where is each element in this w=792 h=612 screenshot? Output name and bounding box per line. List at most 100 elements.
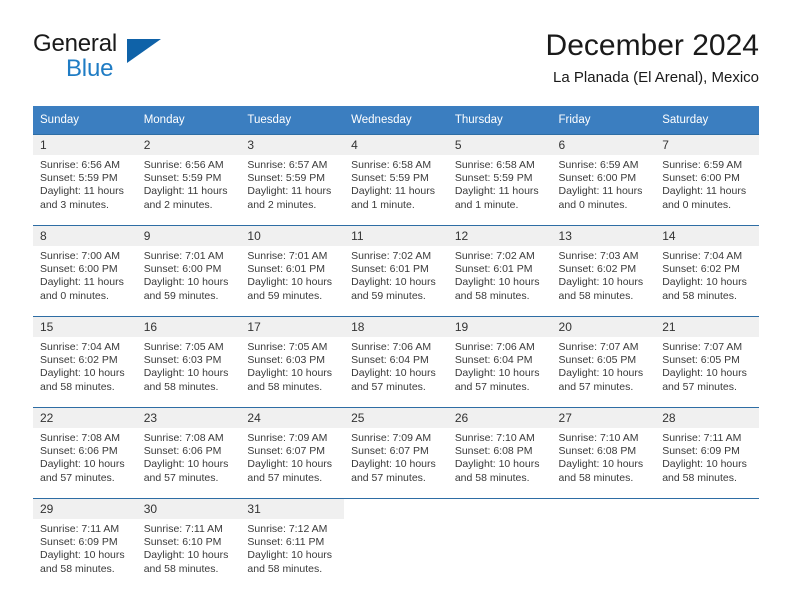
sunset-text: Sunset: 6:02 PM — [558, 263, 637, 276]
day-details: Sunrise: 7:02 AM Sunset: 6:01 PM Daylight:… — [448, 246, 552, 303]
calendar-page: General Blue December 2024 La Planada (E… — [0, 0, 792, 612]
day-number: 5 — [447, 135, 552, 155]
calendar-day-cell[interactable]: 30 Sunrise: 7:11 AM Sunset: 6:10 PM Dayligh… — [136, 498, 241, 589]
calendar-day-cell[interactable]: 8 Sunrise: 7:00 AM Sunset: 6:00 PM Daylight… — [33, 225, 137, 317]
calendar-day-cell[interactable]: 20 Sunrise: 7:07 AM Sunset: 6:05 PM Dayligh… — [551, 316, 656, 408]
day-number: 30 — [136, 499, 241, 519]
calendar-day-cell[interactable]: 26 Sunrise: 7:10 AM Sunset: 6:08 PM Dayligh… — [447, 407, 552, 499]
daylight-text-line1: Daylight: 10 hours — [143, 367, 229, 380]
daylight-text-line1: Daylight: 10 hours — [40, 367, 125, 380]
daylight-text-line1: Daylight: 10 hours — [40, 549, 125, 562]
weekday-header-friday: Friday — [551, 106, 656, 135]
calendar-day-cell[interactable]: 1 Sunrise: 6:56 AM Sunset: 5:59 PM Daylight… — [33, 134, 137, 226]
location-subtitle: La Planada (El Arenal), Mexico — [553, 69, 759, 86]
daylight-text-line1: Daylight: 10 hours — [247, 458, 333, 471]
calendar-day-cell[interactable]: 21 Sunrise: 7:07 AM Sunset: 6:05 PM Dayligh… — [655, 316, 759, 408]
daylight-text-line1: Daylight: 10 hours — [351, 458, 436, 471]
daylight-text-line1: Daylight: 10 hours — [662, 458, 747, 471]
calendar-header-row: Sunday Monday Tuesday Wednesday Thursday… — [33, 106, 759, 135]
calendar-day-cell[interactable]: 24 Sunrise: 7:09 AM Sunset: 6:07 PM Dayligh… — [240, 407, 345, 499]
calendar-day-cell[interactable]: 18 Sunrise: 7:06 AM Sunset: 6:04 PM Dayligh… — [344, 316, 448, 408]
day-number: 15 — [33, 317, 137, 337]
sunrise-text: Sunrise: 7:06 AM — [351, 341, 432, 353]
sunset-text: Sunset: 6:00 PM — [662, 172, 740, 185]
day-number: 24 — [240, 408, 345, 428]
calendar-grid: Sunday Monday Tuesday Wednesday Thursday… — [33, 106, 759, 589]
day-number: 12 — [447, 226, 552, 246]
calendar-day-cell[interactable]: 31 Sunrise: 7:12 AM Sunset: 6:11 PM Dayligh… — [240, 498, 345, 589]
calendar-day-cell[interactable]: 17 Sunrise: 7:05 AM Sunset: 6:03 PM Dayligh… — [240, 316, 345, 408]
calendar-week-row: 15 Sunrise: 7:04 AM Sunset: 6:02 PM Dayligh… — [33, 316, 759, 408]
daylight-text-line1: Daylight: 10 hours — [662, 367, 747, 380]
sunset-text: Sunset: 6:09 PM — [40, 536, 118, 549]
day-number: 16 — [136, 317, 241, 337]
day-details: Sunrise: 7:03 AM Sunset: 6:02 PM Daylight:… — [552, 246, 656, 303]
sunset-text: Sunset: 6:08 PM — [558, 445, 637, 458]
brand-logo[interactable]: General Blue — [33, 30, 233, 86]
calendar-day-cell[interactable]: 10 Sunrise: 7:01 AM Sunset: 6:01 PM Dayligh… — [240, 225, 345, 317]
calendar-day-cell[interactable]: 9 Sunrise: 7:01 AM Sunset: 6:00 PM Daylight… — [136, 225, 241, 317]
sunrise-text: Sunrise: 6:56 AM — [40, 159, 120, 171]
sunrise-text: Sunrise: 7:09 AM — [247, 432, 328, 444]
calendar-day-cell[interactable]: 2 Sunrise: 6:56 AM Sunset: 5:59 PM Daylight… — [136, 134, 241, 226]
sunrise-text: Sunrise: 7:07 AM — [662, 341, 743, 353]
sunrise-text: Sunrise: 7:08 AM — [40, 432, 120, 444]
calendar-day-cell[interactable]: 12 Sunrise: 7:02 AM Sunset: 6:01 PM Dayligh… — [447, 225, 552, 317]
sunrise-text: Sunrise: 6:56 AM — [143, 159, 224, 171]
sunset-text: Sunset: 6:02 PM — [40, 354, 118, 367]
day-details: Sunrise: 7:06 AM Sunset: 6:04 PM Daylight:… — [448, 337, 552, 394]
calendar-day-cell[interactable]: 19 Sunrise: 7:06 AM Sunset: 6:04 PM Dayligh… — [447, 316, 552, 408]
day-number: 6 — [551, 135, 656, 155]
day-number — [552, 499, 656, 519]
sunrise-text: Sunrise: 7:03 AM — [558, 250, 639, 262]
day-number: 11 — [344, 226, 448, 246]
calendar-day-cell[interactable]: 25 Sunrise: 7:09 AM Sunset: 6:07 PM Dayligh… — [344, 407, 448, 499]
day-number — [448, 499, 552, 519]
daylight-text-line1: Daylight: 10 hours — [454, 276, 540, 289]
calendar-week-row: 22 Sunrise: 7:08 AM Sunset: 6:06 PM Dayligh… — [33, 407, 759, 499]
daylight-text-line2: and 58 minutes. — [40, 562, 115, 575]
day-details: Sunrise: 7:11 AM Sunset: 6:09 PM Daylight:… — [33, 519, 137, 576]
daylight-text-line1: Daylight: 10 hours — [662, 276, 747, 289]
calendar-day-cell[interactable]: 6 Sunrise: 6:59 AM Sunset: 6:00 PM Daylight… — [551, 134, 656, 226]
day-details: Sunrise: 6:59 AM Sunset: 6:00 PM Daylight:… — [655, 155, 759, 212]
daylight-text-line2: and 0 minutes. — [558, 198, 628, 211]
calendar-day-cell[interactable]: 29 Sunrise: 7:11 AM Sunset: 6:09 PM Dayligh… — [33, 498, 137, 589]
day-details: Sunrise: 7:04 AM Sunset: 6:02 PM Daylight:… — [33, 337, 137, 394]
calendar-day-cell[interactable]: 16 Sunrise: 7:05 AM Sunset: 6:03 PM Dayligh… — [136, 316, 241, 408]
calendar-day-cell[interactable]: 7 Sunrise: 6:59 AM Sunset: 6:00 PM Daylight… — [655, 134, 759, 226]
daylight-text-line1: Daylight: 11 hours — [558, 185, 643, 198]
day-number: 29 — [33, 499, 137, 519]
calendar-day-cell[interactable]: 3 Sunrise: 6:57 AM Sunset: 5:59 PM Daylight… — [240, 134, 345, 226]
daylight-text-line1: Daylight: 11 hours — [40, 185, 124, 198]
calendar-day-cell[interactable]: 11 Sunrise: 7:02 AM Sunset: 6:01 PM Dayligh… — [344, 225, 448, 317]
calendar-day-cell[interactable]: 22 Sunrise: 7:08 AM Sunset: 6:06 PM Dayligh… — [33, 407, 137, 499]
day-details: Sunrise: 7:09 AM Sunset: 6:07 PM Daylight:… — [240, 428, 344, 485]
sunrise-text: Sunrise: 7:00 AM — [40, 250, 120, 262]
day-number: 4 — [344, 135, 448, 155]
calendar-day-cell[interactable]: 13 Sunrise: 7:03 AM Sunset: 6:02 PM Dayligh… — [551, 225, 656, 317]
sunrise-text: Sunrise: 7:06 AM — [454, 341, 535, 353]
daylight-text-line1: Daylight: 10 hours — [247, 367, 333, 380]
daylight-text-line2: and 59 minutes. — [143, 289, 219, 302]
calendar-day-cell[interactable]: 4 Sunrise: 6:58 AM Sunset: 5:59 PM Daylight… — [344, 134, 448, 226]
calendar-day-cell[interactable]: 14 Sunrise: 7:04 AM Sunset: 6:02 PM Dayligh… — [655, 225, 759, 317]
calendar-day-cell[interactable]: 5 Sunrise: 6:58 AM Sunset: 5:59 PM Daylight… — [447, 134, 552, 226]
daylight-text-line2: and 57 minutes. — [662, 380, 737, 393]
day-number: 22 — [33, 408, 137, 428]
sunset-text: Sunset: 6:03 PM — [143, 354, 222, 367]
daylight-text-line1: Daylight: 11 hours — [40, 276, 124, 289]
calendar-empty-cell — [551, 498, 656, 589]
daylight-text-line2: and 58 minutes. — [662, 471, 737, 484]
weekday-header-tuesday: Tuesday — [240, 106, 345, 135]
day-details — [448, 519, 552, 523]
day-number: 2 — [136, 135, 241, 155]
calendar-body: 1 Sunrise: 6:56 AM Sunset: 5:59 PM Daylight… — [33, 134, 759, 589]
calendar-day-cell[interactable]: 27 Sunrise: 7:10 AM Sunset: 6:08 PM Dayligh… — [551, 407, 656, 499]
day-number: 8 — [33, 226, 137, 246]
sunrise-text: Sunrise: 6:59 AM — [662, 159, 743, 171]
calendar-day-cell[interactable]: 15 Sunrise: 7:04 AM Sunset: 6:02 PM Dayligh… — [33, 316, 137, 408]
calendar-day-cell[interactable]: 23 Sunrise: 7:08 AM Sunset: 6:06 PM Dayligh… — [136, 407, 241, 499]
page-title: December 2024 — [545, 29, 759, 62]
calendar-day-cell[interactable]: 28 Sunrise: 7:11 AM Sunset: 6:09 PM Dayligh… — [655, 407, 759, 499]
